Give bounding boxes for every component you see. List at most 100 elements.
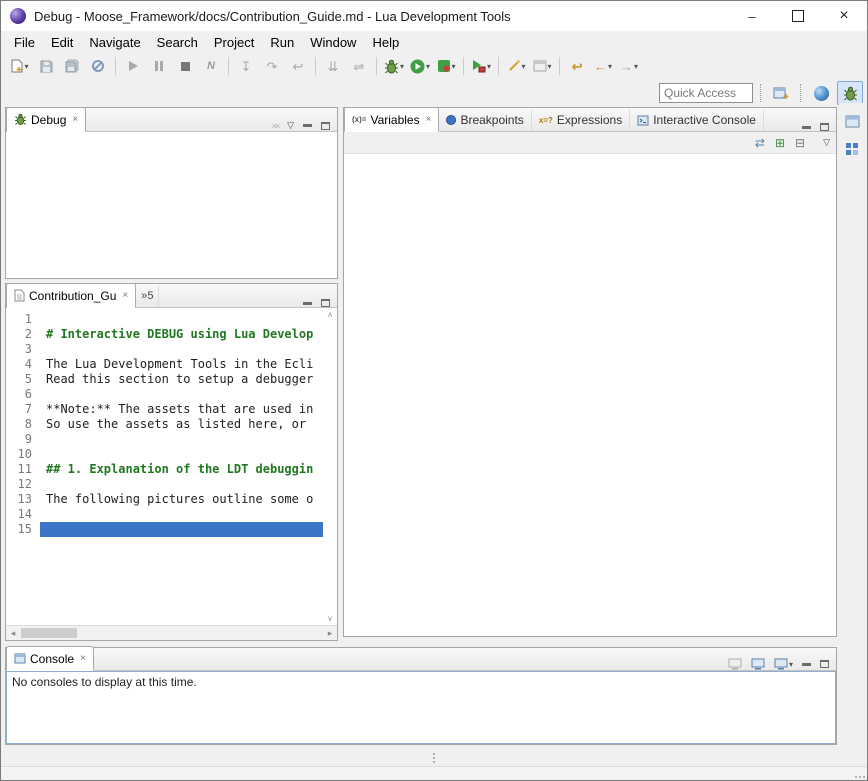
scroll-left-icon[interactable]: ◂ [6,628,20,639]
step-into-button[interactable]: ↧ [234,55,258,77]
chevron-down-icon[interactable]: ▾ [400,62,404,71]
collapse-all-button[interactable]: ⊟ [795,137,805,149]
toolbar-separator [315,57,316,75]
magic-wand-button[interactable]: ▾ [504,55,528,77]
terminate-button[interactable] [173,55,197,77]
new-wizard-button[interactable]: ▾ [8,55,32,77]
hscrollbar-thumb[interactable] [21,628,77,638]
save-all-button[interactable] [60,55,84,77]
menu-help[interactable]: Help [364,33,407,52]
tab-expressions[interactable]: x=? Expressions [532,109,630,131]
minimize-view-button[interactable] [802,126,811,129]
scroll-right-icon[interactable]: ▸ [323,628,337,639]
open-perspective-button[interactable] [769,82,793,104]
expand-all-button[interactable]: ⊞ [775,137,785,149]
close-button[interactable]: × [821,1,867,31]
skip-all-breakpoints-button[interactable] [86,55,110,77]
coverage-button[interactable]: ▾ [434,55,458,77]
maximize-view-button[interactable] [820,123,829,131]
editor-text-area[interactable]: # Interactive DEBUG using Lua DevelopThe… [40,308,323,625]
back-icon: ← [594,60,607,73]
tab-console[interactable]: Console × [6,646,94,671]
open-wizard-button[interactable]: ▾ [530,55,554,77]
step-return-button[interactable]: ↩ [286,55,310,77]
line-number: 4 [6,357,40,372]
quick-access-input[interactable]: Quick Access [659,83,753,103]
remove-all-terminated-button[interactable]: ×× [272,121,279,131]
chevron-down-icon[interactable]: ▾ [522,62,526,71]
tab-overflow-indicator[interactable]: »5 [136,285,159,307]
menu-edit[interactable]: Edit [43,33,81,52]
scroll-down-icon[interactable]: ∨ [327,614,333,623]
close-icon[interactable]: × [72,114,78,125]
resize-grip[interactable] [855,776,865,778]
line-number: 5 [6,372,40,387]
save-button[interactable] [34,55,58,77]
minimized-view-button-1[interactable] [842,111,862,131]
maximize-view-button[interactable] [820,660,829,668]
minimize-view-button[interactable] [303,302,312,305]
drop-to-frame-button[interactable]: ⇊ [321,55,345,77]
editor-hscrollbar[interactable]: ◂ ▸ [6,625,337,640]
chevron-down-icon[interactable]: ▾ [452,62,456,71]
tab-breakpoints[interactable]: Breakpoints [439,109,531,131]
display-selected-console-button[interactable] [751,658,765,670]
chevron-down-icon[interactable]: ▾ [24,62,28,71]
menu-search[interactable]: Search [149,33,206,52]
console-message: No consoles to display at this time. [7,672,835,692]
close-icon[interactable]: × [122,290,128,301]
close-icon[interactable]: × [80,653,86,664]
menu-file[interactable]: File [6,33,43,52]
scroll-up-icon[interactable]: ∧ [327,310,333,319]
chevron-down-icon[interactable]: ▾ [426,62,430,71]
maximize-button[interactable] [775,1,821,31]
tab-contribution-guide[interactable]: Contribution_Gu × [6,283,136,308]
open-console-dropdown-button[interactable]: ▾ [774,658,793,670]
debug-perspective-button[interactable] [837,81,863,105]
chevron-down-icon[interactable]: ▾ [548,62,552,71]
splitter-handle-icon [433,753,435,763]
view-menu-button[interactable]: ▽ [287,120,294,131]
editor-tabbar: Contribution_Gu × »5 [6,284,337,308]
maximize-view-button[interactable] [321,299,330,307]
secondary-toolbar: Quick Access [1,79,867,103]
ldt-perspective-button[interactable] [809,82,833,104]
external-tools-button[interactable]: ▾ [469,55,493,77]
chevron-down-icon[interactable]: ▾ [634,62,638,71]
show-logical-structures-button[interactable]: ⇄ [755,137,765,149]
open-console-button[interactable] [728,658,742,670]
code-line [40,507,323,522]
variables-toolbar: ⇄ ⊞ ⊟ ▽ [344,132,836,154]
minimize-view-button[interactable] [802,663,811,666]
menu-project[interactable]: Project [206,33,262,52]
use-step-filters-button[interactable]: ⇌ [347,55,371,77]
minimize-button[interactable]: – [729,1,775,31]
wand-icon [507,59,521,73]
chevron-down-icon[interactable]: ▾ [789,660,793,669]
chevron-down-icon[interactable]: ▾ [608,62,612,71]
tab-debug[interactable]: Debug × [6,107,86,132]
tab-variables[interactable]: (x)= Variables × [344,107,439,132]
close-icon: × [839,7,848,25]
line-number: 15 [6,522,40,537]
back-button[interactable]: ← ▾ [591,55,615,77]
tab-interactive-console[interactable]: Interactive Console [630,109,764,131]
suspend-button[interactable] [147,55,171,77]
minimize-view-button[interactable] [303,124,312,127]
debug-button[interactable]: ▾ [382,55,406,77]
forward-button[interactable]: → ▾ [617,55,641,77]
chevron-down-icon[interactable]: ▾ [487,62,491,71]
step-over-button[interactable]: ↷ [260,55,284,77]
menu-navigate[interactable]: Navigate [81,33,148,52]
minimized-view-button-2[interactable] [842,139,862,159]
resume-button[interactable] [121,55,145,77]
editor-vscrollbar[interactable]: ∧ ∨ [323,308,337,625]
disconnect-button[interactable]: N [199,55,223,77]
maximize-view-button[interactable] [321,122,330,130]
close-icon[interactable]: × [426,114,432,125]
menu-window[interactable]: Window [302,33,364,52]
menu-run[interactable]: Run [262,33,302,52]
last-edit-location-button[interactable]: ↩ [565,55,589,77]
view-menu-button[interactable]: ▽ [823,137,830,148]
run-button[interactable]: ▾ [408,55,432,77]
